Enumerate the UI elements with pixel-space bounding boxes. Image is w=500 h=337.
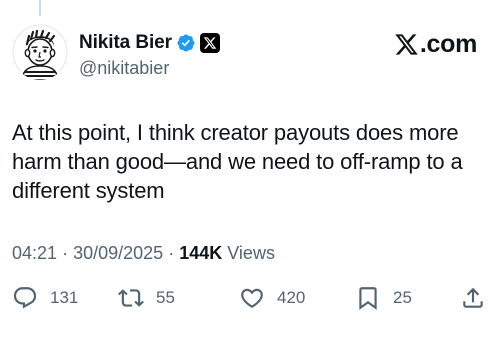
tweet-date[interactable]: 30/09/2025 [73, 243, 163, 263]
retweet-count: 55 [156, 288, 175, 307]
bookmark-count: 25 [393, 288, 412, 307]
author-display-name[interactable]: Nikita Bier [79, 32, 172, 54]
reply-button[interactable]: 131 [12, 283, 78, 313]
avatar-illustration [12, 24, 68, 80]
bookmark-icon [359, 287, 377, 310]
share-button[interactable] [460, 283, 486, 313]
like-button[interactable]: 420 [239, 283, 305, 313]
verified-badge-icon[interactable] [176, 33, 196, 53]
tweet-action-bar: 131 55 420 25 [0, 283, 500, 313]
tweet-text-line: harm than good—and we need to off-ramp t… [12, 149, 463, 174]
retweet-icon [118, 289, 144, 307]
tweet-text-line: different system [12, 178, 165, 203]
x-com-brand: .com [394, 30, 477, 59]
tweet-text: At this point, I think creator payouts d… [12, 118, 492, 205]
author-name-row: Nikita Bier [79, 31, 220, 55]
brand-label: .com [419, 30, 477, 58]
bookmark-button[interactable]: 25 [355, 283, 412, 313]
meta-separator: · [62, 243, 69, 263]
reply-icon [13, 287, 37, 309]
reply-count: 131 [50, 288, 79, 307]
views-count[interactable]: 144K [179, 243, 222, 263]
avatar[interactable] [12, 24, 68, 80]
like-count: 420 [277, 288, 306, 307]
tweet-time[interactable]: 04:21 [12, 243, 57, 263]
x-logo-icon[interactable] [199, 33, 220, 53]
heart-icon [241, 288, 263, 308]
meta-separator: · [168, 243, 175, 263]
x-logo-icon [395, 34, 418, 55]
retweet-button[interactable]: 55 [118, 283, 175, 313]
author-handle[interactable]: @nikitabier [79, 58, 169, 79]
tweet-meta: 04:21 · 30/09/2025 · 144K Views [12, 243, 275, 264]
views-label[interactable]: Views [227, 243, 275, 263]
tweet-text-line: At this point, I think creator payouts d… [12, 120, 459, 145]
share-icon [463, 287, 483, 308]
thread-connector-line [39, 0, 41, 16]
